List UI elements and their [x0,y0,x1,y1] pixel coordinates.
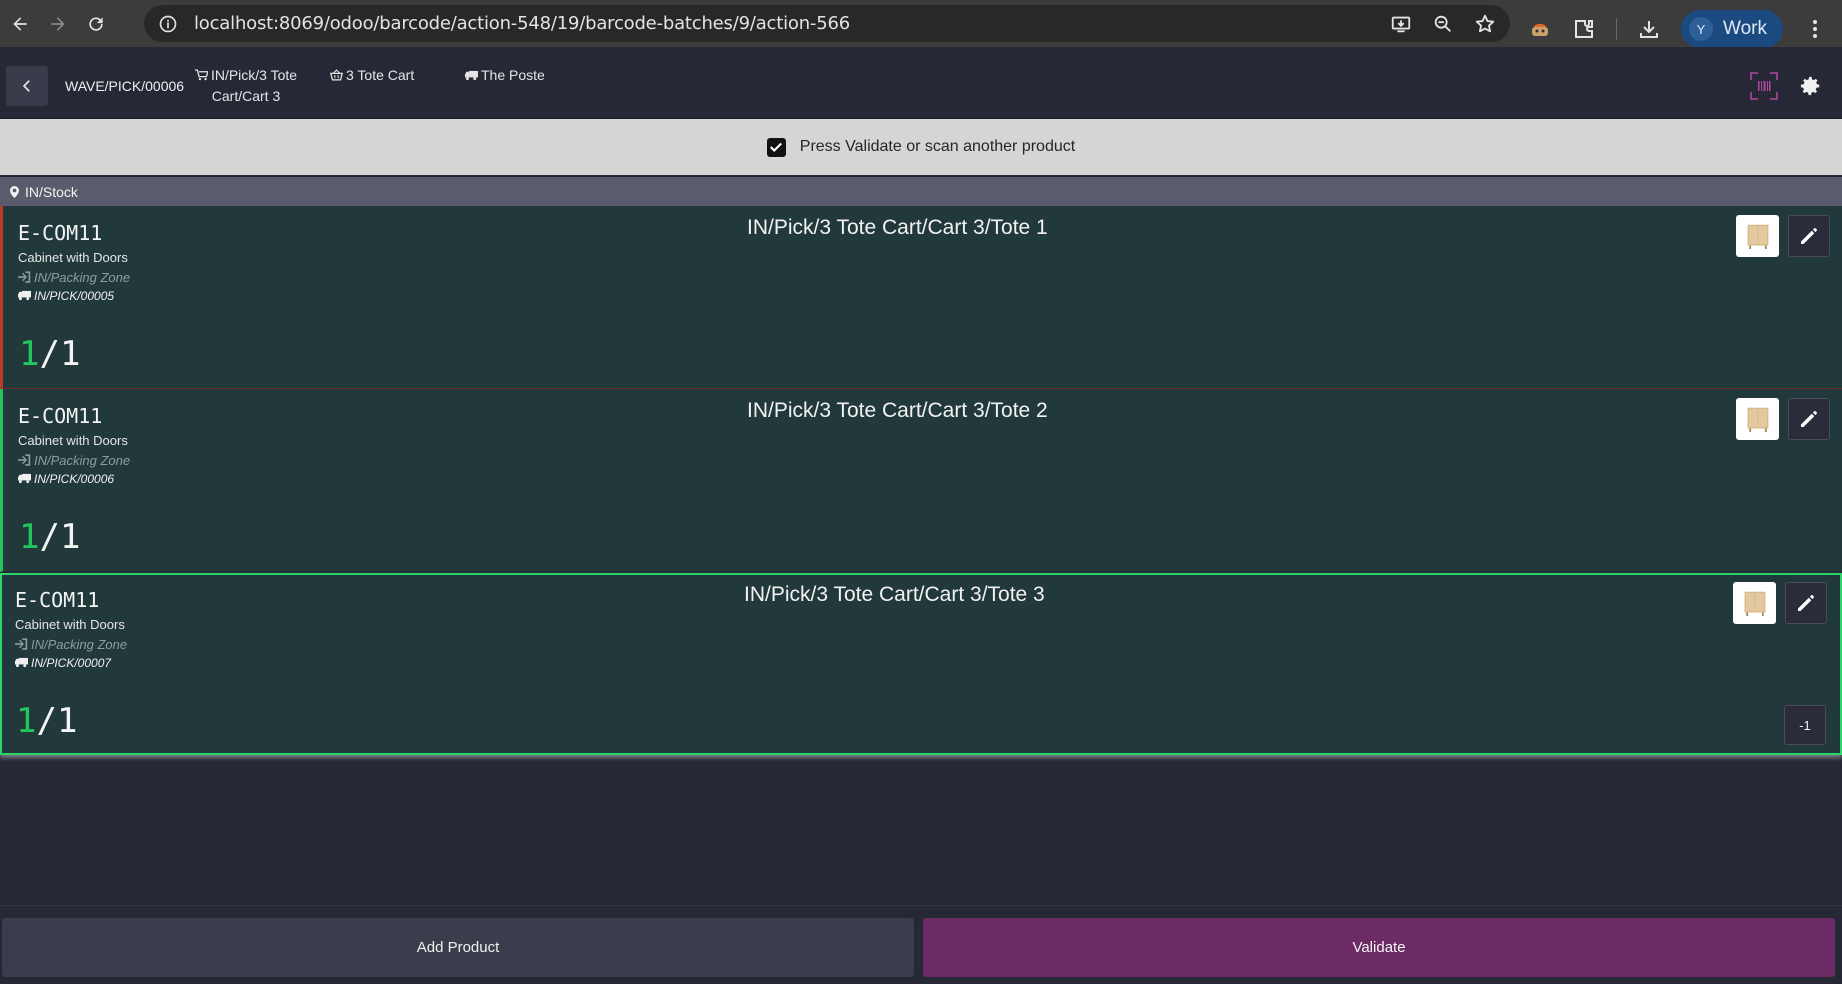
truck-icon [465,70,478,81]
address-url[interactable]: localhost:8069/odoo/barcode/action-548/1… [194,13,850,34]
destination-location-label: IN/Packing Zone [34,270,131,285]
product-code: E-COM11 [18,221,103,245]
browser-forward-icon[interactable] [46,12,70,36]
status-bar: Press Validate or scan another product [0,119,1842,175]
quantity-done: 1 [16,701,37,741]
edit-line-button[interactable] [1788,398,1830,440]
product-name: Cabinet with Doors [15,617,125,632]
pencil-icon [1801,411,1817,427]
action-footer: Add Product Validate [0,905,1842,984]
header-carrier-label: The Poste [481,67,545,83]
zoom-icon[interactable] [1432,13,1454,35]
barcode-scan-icon[interactable] [1750,72,1778,100]
destination-location-label: IN/Packing Zone [31,637,128,652]
bookmark-star-icon[interactable] [1474,13,1496,35]
product-code: E-COM11 [15,588,100,612]
product-thumbnail[interactable] [1736,398,1779,440]
basket-icon [329,69,344,81]
quantity-demand: /1 [36,701,78,741]
header-tote-type: 3 Tote Cart [329,65,415,86]
wave-reference: WAVE/PICK/00006 [65,78,185,94]
pencil-icon [1801,228,1817,244]
source-location-label: IN/Stock [25,183,78,200]
picking-reference-label: IN/PICK/00005 [34,289,115,303]
product-name: Cabinet with Doors [18,250,128,265]
destination-location: IN/Packing Zone [15,637,127,652]
truck-icon [15,657,28,668]
move-line-selected[interactable]: E-COM11 Cabinet with Doors IN/Packing Zo… [0,573,1842,755]
back-button[interactable] [6,66,48,106]
quantity: 1/1 [19,517,80,557]
product-thumbnail[interactable] [1736,215,1779,257]
quantity-done: 1 [19,334,40,374]
package-name: IN/Pick/3 Tote Cart/Cart 3/Tote 2 [747,399,1048,422]
chevron-left-icon [22,80,30,92]
browser-back-icon[interactable] [8,12,32,36]
truck-icon [18,290,31,301]
package-name: IN/Pick/3 Tote Cart/Cart 3/Tote 1 [747,216,1048,239]
picking-reference-label: IN/PICK/00007 [31,656,112,670]
sign-in-icon [15,638,28,650]
decrement-quantity-button[interactable]: -1 [1784,705,1826,745]
downloads-icon[interactable] [1637,17,1661,41]
pencil-icon [1798,595,1814,611]
quantity: 1/1 [16,701,77,741]
quantity-done: 1 [19,517,40,557]
gear-icon[interactable] [1800,75,1822,97]
browser-toolbar: localhost:8069/odoo/barcode/action-548/1… [0,0,1842,48]
map-pin-icon [10,185,19,198]
cabinet-image-icon [1744,591,1765,616]
toolbar-divider [1616,18,1617,40]
address-bar[interactable]: localhost:8069/odoo/barcode/action-548/1… [144,5,1510,42]
header-carrier: The Poste [465,65,545,86]
picking-reference: IN/PICK/00007 [15,656,111,670]
picking-reference: IN/PICK/00006 [18,472,114,486]
destination-location: IN/Packing Zone [18,453,130,468]
extension-avatar-icon[interactable] [1528,17,1552,41]
browser-menu-icon[interactable] [1803,17,1827,41]
package-name: IN/Pick/3 Tote Cart/Cart 3/Tote 3 [744,583,1045,606]
status-check-icon [766,137,786,157]
sign-in-icon [18,454,31,466]
browser-reload-icon[interactable] [84,12,108,36]
header-cart: IN/Pick/3 Tote Cart/Cart 3 [190,65,302,107]
product-code: E-COM11 [18,404,103,428]
header-tote-type-label: 3 Tote Cart [346,67,415,83]
cabinet-image-icon [1747,407,1768,432]
extensions-puzzle-icon[interactable] [1572,17,1596,41]
move-line[interactable]: E-COM11 Cabinet with Doors IN/Packing Zo… [0,389,1842,572]
quantity-demand: /1 [39,517,81,557]
product-name: Cabinet with Doors [18,433,128,448]
quantity: 1/1 [19,334,80,374]
source-location: IN/Stock [0,177,1842,206]
destination-location-label: IN/Packing Zone [34,453,131,468]
quantity-demand: /1 [39,334,81,374]
profile-avatar: Y [1689,17,1713,41]
edit-line-button[interactable] [1785,582,1827,624]
destination-location: IN/Packing Zone [18,270,130,285]
cabinet-image-icon [1747,224,1768,249]
edit-line-button[interactable] [1788,215,1830,257]
barcode-header: WAVE/PICK/00006 IN/Pick/3 Tote Cart/Cart… [0,47,1842,119]
product-thumbnail[interactable] [1733,582,1776,624]
status-message: Press Validate or scan another product [799,138,1076,155]
picking-reference-label: IN/PICK/00006 [34,472,115,486]
picking-reference: IN/PICK/00005 [18,289,114,303]
site-info-icon[interactable] [158,14,178,34]
truck-icon [18,473,31,484]
add-product-button[interactable]: Add Product [2,918,914,977]
profile-chip[interactable]: Y Work [1681,10,1783,48]
install-app-icon[interactable] [1390,13,1412,35]
header-cart-label: IN/Pick/3 Tote Cart/Cart 3 [210,67,298,104]
move-line[interactable]: E-COM11 Cabinet with Doors IN/Packing Zo… [0,206,1842,389]
profile-name: Work [1723,18,1767,39]
sign-in-icon [18,271,31,283]
validate-button[interactable]: Validate [923,918,1835,977]
cart-icon [194,69,209,81]
